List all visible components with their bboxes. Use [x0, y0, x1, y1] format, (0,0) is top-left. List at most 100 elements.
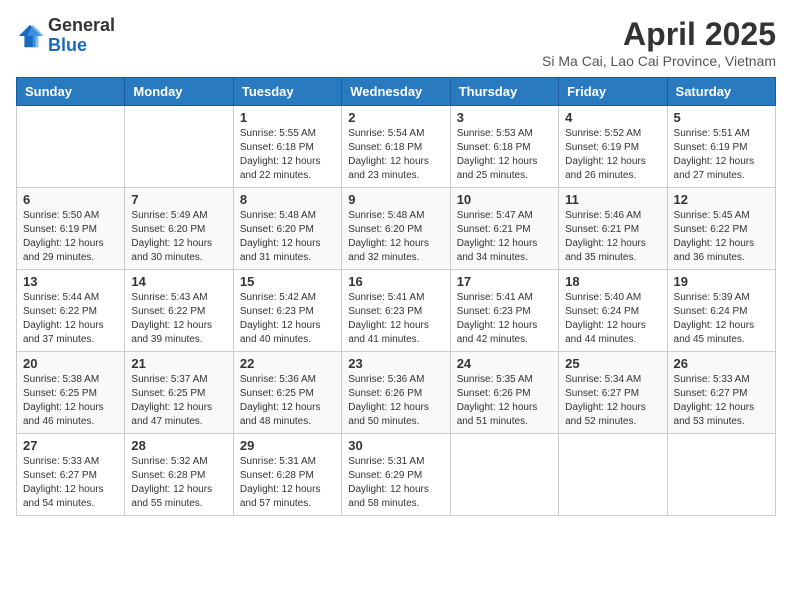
day-number: 3: [457, 110, 552, 125]
calendar-cell: [667, 434, 775, 516]
calendar-cell: 4Sunrise: 5:52 AM Sunset: 6:19 PM Daylig…: [559, 106, 667, 188]
calendar-cell: 29 Sunrise: 5:31 AM Sunset: 6:28 PM Dayli…: [233, 434, 341, 516]
calendar-cell: 12 Sunrise: 5:45 AM Sunset: 6:22 PM Dayli…: [667, 188, 775, 270]
day-number: 20: [23, 356, 118, 371]
day-number: 21: [131, 356, 226, 371]
day-number: 13: [23, 274, 118, 289]
logo-text: General Blue: [48, 16, 115, 56]
calendar-cell: 23 Sunrise: 5:36 AM Sunset: 6:26 PM Dayli…: [342, 352, 450, 434]
logo-icon: [16, 22, 44, 50]
calendar-cell: 21 Sunrise: 5:37 AM Sunset: 6:25 PM Dayli…: [125, 352, 233, 434]
day-number: 28: [131, 438, 226, 453]
day-info: Sunrise: 5:36 AM Sunset: 6:25 PM Dayligh…: [240, 373, 335, 429]
day-info: Sunrise: 5:47 AM Sunset: 6:21 PM Dayligh…: [457, 209, 552, 265]
page-header: General Blue April 2025 Si Ma Cai, Lao C…: [16, 16, 776, 69]
location-title: Si Ma Cai, Lao Cai Province, Vietnam: [542, 53, 776, 69]
day-number: 6: [23, 192, 118, 207]
calendar-cell: [125, 106, 233, 188]
day-number: 15: [240, 274, 335, 289]
calendar-cell: 19Sunrise: 5:39 AM Sunset: 6:24 PM Dayli…: [667, 270, 775, 352]
day-number: 23: [348, 356, 443, 371]
day-info: Sunrise: 5:51 AM Sunset: 6:19 PM Dayligh…: [674, 127, 769, 183]
calendar-cell: 22Sunrise: 5:36 AM Sunset: 6:25 PM Dayli…: [233, 352, 341, 434]
calendar-table: SundayMondayTuesdayWednesdayThursdayFrid…: [16, 77, 776, 516]
calendar-cell: 3 Sunrise: 5:53 AM Sunset: 6:18 PM Daylig…: [450, 106, 558, 188]
calendar-cell: 17 Sunrise: 5:41 AM Sunset: 6:23 PM Dayli…: [450, 270, 558, 352]
calendar-week-4: 20 Sunrise: 5:38 AM Sunset: 6:25 PM Dayli…: [17, 352, 776, 434]
day-number: 17: [457, 274, 552, 289]
day-info: Sunrise: 5:40 AM Sunset: 6:24 PM Dayligh…: [565, 291, 660, 347]
day-number: 9: [348, 192, 443, 207]
day-info: Sunrise: 5:48 AM Sunset: 6:20 PM Dayligh…: [240, 209, 335, 265]
day-info: Sunrise: 5:33 AM Sunset: 6:27 PM Dayligh…: [23, 455, 118, 511]
day-info: Sunrise: 5:36 AM Sunset: 6:26 PM Dayligh…: [348, 373, 443, 429]
calendar-week-5: 27 Sunrise: 5:33 AM Sunset: 6:27 PM Dayli…: [17, 434, 776, 516]
day-number: 16: [348, 274, 443, 289]
day-info: Sunrise: 5:50 AM Sunset: 6:19 PM Dayligh…: [23, 209, 118, 265]
day-info: Sunrise: 5:37 AM Sunset: 6:25 PM Dayligh…: [131, 373, 226, 429]
day-number: 7: [131, 192, 226, 207]
day-info: Sunrise: 5:34 AM Sunset: 6:27 PM Dayligh…: [565, 373, 660, 429]
day-number: 8: [240, 192, 335, 207]
calendar-cell: 26Sunrise: 5:33 AM Sunset: 6:27 PM Dayli…: [667, 352, 775, 434]
calendar-cell: 13 Sunrise: 5:44 AM Sunset: 6:22 PM Dayli…: [17, 270, 125, 352]
day-info: Sunrise: 5:35 AM Sunset: 6:26 PM Dayligh…: [457, 373, 552, 429]
day-info: Sunrise: 5:31 AM Sunset: 6:28 PM Dayligh…: [240, 455, 335, 511]
day-info: Sunrise: 5:42 AM Sunset: 6:23 PM Dayligh…: [240, 291, 335, 347]
day-number: 2: [348, 110, 443, 125]
calendar-cell: 18Sunrise: 5:40 AM Sunset: 6:24 PM Dayli…: [559, 270, 667, 352]
day-info: Sunrise: 5:31 AM Sunset: 6:29 PM Dayligh…: [348, 455, 443, 511]
day-info: Sunrise: 5:55 AM Sunset: 6:18 PM Dayligh…: [240, 127, 335, 183]
day-info: Sunrise: 5:48 AM Sunset: 6:20 PM Dayligh…: [348, 209, 443, 265]
calendar-week-1: 1Sunrise: 5:55 AM Sunset: 6:18 PM Daylig…: [17, 106, 776, 188]
calendar-cell: 9 Sunrise: 5:48 AM Sunset: 6:20 PM Daylig…: [342, 188, 450, 270]
calendar-header-row: SundayMondayTuesdayWednesdayThursdayFrid…: [17, 78, 776, 106]
title-area: April 2025 Si Ma Cai, Lao Cai Province, …: [542, 16, 776, 69]
day-number: 29: [240, 438, 335, 453]
day-number: 5: [674, 110, 769, 125]
day-number: 14: [131, 274, 226, 289]
col-header-thursday: Thursday: [450, 78, 558, 106]
calendar-cell: 28 Sunrise: 5:32 AM Sunset: 6:28 PM Dayli…: [125, 434, 233, 516]
logo: General Blue: [16, 16, 115, 56]
day-info: Sunrise: 5:52 AM Sunset: 6:19 PM Dayligh…: [565, 127, 660, 183]
day-number: 12: [674, 192, 769, 207]
calendar-week-3: 13 Sunrise: 5:44 AM Sunset: 6:22 PM Dayli…: [17, 270, 776, 352]
col-header-monday: Monday: [125, 78, 233, 106]
day-number: 10: [457, 192, 552, 207]
col-header-wednesday: Wednesday: [342, 78, 450, 106]
day-info: Sunrise: 5:41 AM Sunset: 6:23 PM Dayligh…: [457, 291, 552, 347]
day-info: Sunrise: 5:39 AM Sunset: 6:24 PM Dayligh…: [674, 291, 769, 347]
calendar-cell: [450, 434, 558, 516]
col-header-saturday: Saturday: [667, 78, 775, 106]
calendar-cell: 15 Sunrise: 5:42 AM Sunset: 6:23 PM Dayli…: [233, 270, 341, 352]
calendar-cell: 25Sunrise: 5:34 AM Sunset: 6:27 PM Dayli…: [559, 352, 667, 434]
calendar-cell: 27 Sunrise: 5:33 AM Sunset: 6:27 PM Dayli…: [17, 434, 125, 516]
day-number: 27: [23, 438, 118, 453]
calendar-cell: 30Sunrise: 5:31 AM Sunset: 6:29 PM Dayli…: [342, 434, 450, 516]
calendar-cell: 2 Sunrise: 5:54 AM Sunset: 6:18 PM Daylig…: [342, 106, 450, 188]
day-info: Sunrise: 5:49 AM Sunset: 6:20 PM Dayligh…: [131, 209, 226, 265]
calendar-cell: [17, 106, 125, 188]
day-info: Sunrise: 5:54 AM Sunset: 6:18 PM Dayligh…: [348, 127, 443, 183]
day-info: Sunrise: 5:32 AM Sunset: 6:28 PM Dayligh…: [131, 455, 226, 511]
day-number: 26: [674, 356, 769, 371]
day-number: 11: [565, 192, 660, 207]
day-info: Sunrise: 5:46 AM Sunset: 6:21 PM Dayligh…: [565, 209, 660, 265]
day-info: Sunrise: 5:53 AM Sunset: 6:18 PM Dayligh…: [457, 127, 552, 183]
day-info: Sunrise: 5:44 AM Sunset: 6:22 PM Dayligh…: [23, 291, 118, 347]
calendar-cell: 10 Sunrise: 5:47 AM Sunset: 6:21 PM Dayli…: [450, 188, 558, 270]
calendar-cell: [559, 434, 667, 516]
calendar-cell: 5 Sunrise: 5:51 AM Sunset: 6:19 PM Daylig…: [667, 106, 775, 188]
col-header-friday: Friday: [559, 78, 667, 106]
calendar-cell: 14 Sunrise: 5:43 AM Sunset: 6:22 PM Dayli…: [125, 270, 233, 352]
month-title: April 2025: [542, 16, 776, 53]
day-info: Sunrise: 5:43 AM Sunset: 6:22 PM Dayligh…: [131, 291, 226, 347]
day-info: Sunrise: 5:41 AM Sunset: 6:23 PM Dayligh…: [348, 291, 443, 347]
calendar-cell: 8 Sunrise: 5:48 AM Sunset: 6:20 PM Daylig…: [233, 188, 341, 270]
day-info: Sunrise: 5:45 AM Sunset: 6:22 PM Dayligh…: [674, 209, 769, 265]
day-number: 24: [457, 356, 552, 371]
day-info: Sunrise: 5:38 AM Sunset: 6:25 PM Dayligh…: [23, 373, 118, 429]
calendar-cell: 11 Sunrise: 5:46 AM Sunset: 6:21 PM Dayli…: [559, 188, 667, 270]
calendar-cell: 1Sunrise: 5:55 AM Sunset: 6:18 PM Daylig…: [233, 106, 341, 188]
